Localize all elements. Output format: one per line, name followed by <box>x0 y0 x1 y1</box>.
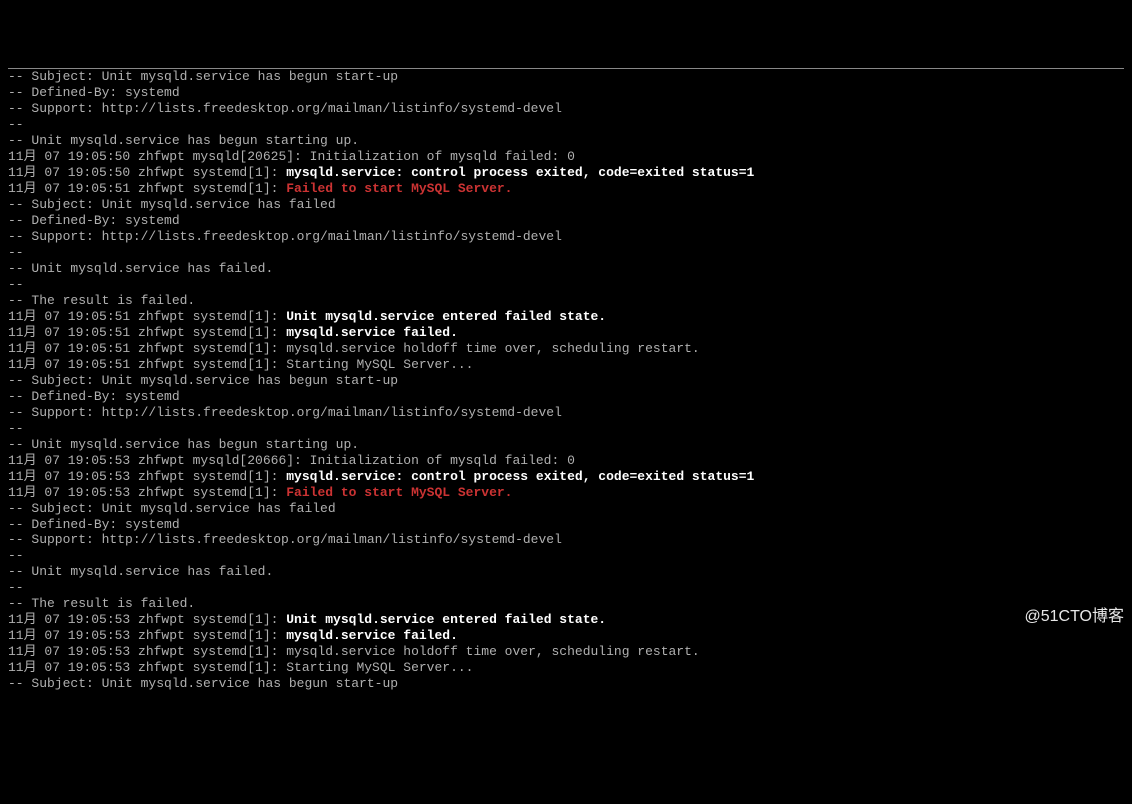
log-text: -- Support: http://lists.freedesktop.org… <box>8 405 562 420</box>
log-text: -- Subject: Unit mysqld.service has fail… <box>8 197 336 212</box>
log-text: -- Unit mysqld.service has begun startin… <box>8 133 359 148</box>
log-line: 11月 07 19:05:53 zhfwpt systemd[1]: Start… <box>8 660 1124 676</box>
log-line: -- Subject: Unit mysqld.service has begu… <box>8 69 1124 85</box>
log-text: 11月 07 19:05:51 zhfwpt systemd[1]: <box>8 181 286 196</box>
log-text: -- <box>8 277 24 292</box>
log-highlight-text: Unit mysqld.service entered failed state… <box>286 612 606 627</box>
log-text: -- <box>8 580 24 595</box>
log-text: 11月 07 19:05:51 zhfwpt systemd[1]: Start… <box>8 357 473 372</box>
log-text: -- Support: http://lists.freedesktop.org… <box>8 532 562 547</box>
log-highlight-text: mysqld.service failed. <box>286 325 458 340</box>
log-text: -- <box>8 245 24 260</box>
log-line: 11月 07 19:05:53 zhfwpt systemd[1]: mysql… <box>8 628 1124 644</box>
log-line: -- Support: http://lists.freedesktop.org… <box>8 229 1124 245</box>
log-line: -- Defined-By: systemd <box>8 517 1124 533</box>
log-line: 11月 07 19:05:50 zhfwpt mysqld[20625]: In… <box>8 149 1124 165</box>
log-text: 11月 07 19:05:53 zhfwpt systemd[1]: <box>8 485 286 500</box>
log-text: 11月 07 19:05:53 zhfwpt systemd[1]: <box>8 612 286 627</box>
log-line: 11月 07 19:05:53 zhfwpt mysqld[20666]: In… <box>8 453 1124 469</box>
log-error-text: Failed to start MySQL Server. <box>286 181 512 196</box>
log-line: -- <box>8 245 1124 261</box>
log-line: -- Unit mysqld.service has failed. <box>8 261 1124 277</box>
terminal-output[interactable]: -- Subject: Unit mysqld.service has begu… <box>8 68 1124 692</box>
log-line: 11月 07 19:05:51 zhfwpt systemd[1]: Start… <box>8 357 1124 373</box>
log-line: -- Support: http://lists.freedesktop.org… <box>8 532 1124 548</box>
log-text: -- Defined-By: systemd <box>8 213 180 228</box>
log-text: 11月 07 19:05:50 zhfwpt systemd[1]: <box>8 165 286 180</box>
log-line: -- Support: http://lists.freedesktop.org… <box>8 101 1124 117</box>
log-text: 11月 07 19:05:53 zhfwpt systemd[1]: <box>8 469 286 484</box>
log-text: 11月 07 19:05:53 zhfwpt systemd[1]: Start… <box>8 660 473 675</box>
log-text: 11月 07 19:05:53 zhfwpt systemd[1]: mysql… <box>8 644 700 659</box>
log-line: -- Unit mysqld.service has failed. <box>8 564 1124 580</box>
log-line: 11月 07 19:05:53 zhfwpt systemd[1]: Faile… <box>8 485 1124 501</box>
log-text: -- Support: http://lists.freedesktop.org… <box>8 229 562 244</box>
log-text: 11月 07 19:05:51 zhfwpt systemd[1]: mysql… <box>8 341 700 356</box>
log-line: 11月 07 19:05:51 zhfwpt systemd[1]: Faile… <box>8 181 1124 197</box>
log-text: 11月 07 19:05:51 zhfwpt systemd[1]: <box>8 325 286 340</box>
log-line: -- Defined-By: systemd <box>8 85 1124 101</box>
log-line: -- Subject: Unit mysqld.service has begu… <box>8 676 1124 692</box>
log-line: -- <box>8 117 1124 133</box>
log-text: -- The result is failed. <box>8 293 195 308</box>
log-text: -- Subject: Unit mysqld.service has begu… <box>8 69 398 84</box>
log-line: -- Unit mysqld.service has begun startin… <box>8 133 1124 149</box>
log-text: -- Defined-By: systemd <box>8 389 180 404</box>
log-text: -- <box>8 117 24 132</box>
log-line: 11月 07 19:05:53 zhfwpt systemd[1]: mysql… <box>8 469 1124 485</box>
log-error-text: Failed to start MySQL Server. <box>286 485 512 500</box>
log-text: 11月 07 19:05:51 zhfwpt systemd[1]: <box>8 309 286 324</box>
log-line: 11月 07 19:05:50 zhfwpt systemd[1]: mysql… <box>8 165 1124 181</box>
log-text: -- Subject: Unit mysqld.service has begu… <box>8 373 398 388</box>
watermark: @51CTO博客 <box>1024 607 1124 627</box>
log-line: 11月 07 19:05:53 zhfwpt systemd[1]: mysql… <box>8 644 1124 660</box>
log-line: -- <box>8 580 1124 596</box>
log-line: -- Subject: Unit mysqld.service has fail… <box>8 501 1124 517</box>
log-line: -- <box>8 277 1124 293</box>
log-line: 11月 07 19:05:51 zhfwpt systemd[1]: Unit … <box>8 309 1124 325</box>
log-text: -- Unit mysqld.service has begun startin… <box>8 437 359 452</box>
log-line: 11月 07 19:05:51 zhfwpt systemd[1]: mysql… <box>8 325 1124 341</box>
log-text: 11月 07 19:05:53 zhfwpt systemd[1]: <box>8 628 286 643</box>
log-text: 11月 07 19:05:53 zhfwpt mysqld[20666]: In… <box>8 453 575 468</box>
log-line: -- Subject: Unit mysqld.service has fail… <box>8 197 1124 213</box>
log-text: -- Subject: Unit mysqld.service has fail… <box>8 501 336 516</box>
log-text: -- <box>8 421 24 436</box>
log-line: -- Subject: Unit mysqld.service has begu… <box>8 373 1124 389</box>
log-line: -- The result is failed. <box>8 293 1124 309</box>
log-text: -- Defined-By: systemd <box>8 85 180 100</box>
log-text: -- The result is failed. <box>8 596 195 611</box>
log-line: -- Support: http://lists.freedesktop.org… <box>8 405 1124 421</box>
log-line: 11月 07 19:05:53 zhfwpt systemd[1]: Unit … <box>8 612 1124 628</box>
log-line: -- <box>8 548 1124 564</box>
log-highlight-text: mysqld.service failed. <box>286 628 458 643</box>
log-line: 11月 07 19:05:51 zhfwpt systemd[1]: mysql… <box>8 341 1124 357</box>
log-line: -- Defined-By: systemd <box>8 213 1124 229</box>
log-text: -- Subject: Unit mysqld.service has begu… <box>8 676 398 691</box>
log-highlight-text: mysqld.service: control process exited, … <box>286 469 754 484</box>
log-line: -- <box>8 421 1124 437</box>
log-text: -- Support: http://lists.freedesktop.org… <box>8 101 562 116</box>
log-text: -- Defined-By: systemd <box>8 517 180 532</box>
log-text: -- Unit mysqld.service has failed. <box>8 261 273 276</box>
log-highlight-text: Unit mysqld.service entered failed state… <box>286 309 606 324</box>
log-text: 11月 07 19:05:50 zhfwpt mysqld[20625]: In… <box>8 149 575 164</box>
log-text: -- Unit mysqld.service has failed. <box>8 564 273 579</box>
log-text: -- <box>8 548 24 563</box>
log-line: -- Defined-By: systemd <box>8 389 1124 405</box>
log-line: -- The result is failed. <box>8 596 1124 612</box>
log-highlight-text: mysqld.service: control process exited, … <box>286 165 754 180</box>
log-line: -- Unit mysqld.service has begun startin… <box>8 437 1124 453</box>
